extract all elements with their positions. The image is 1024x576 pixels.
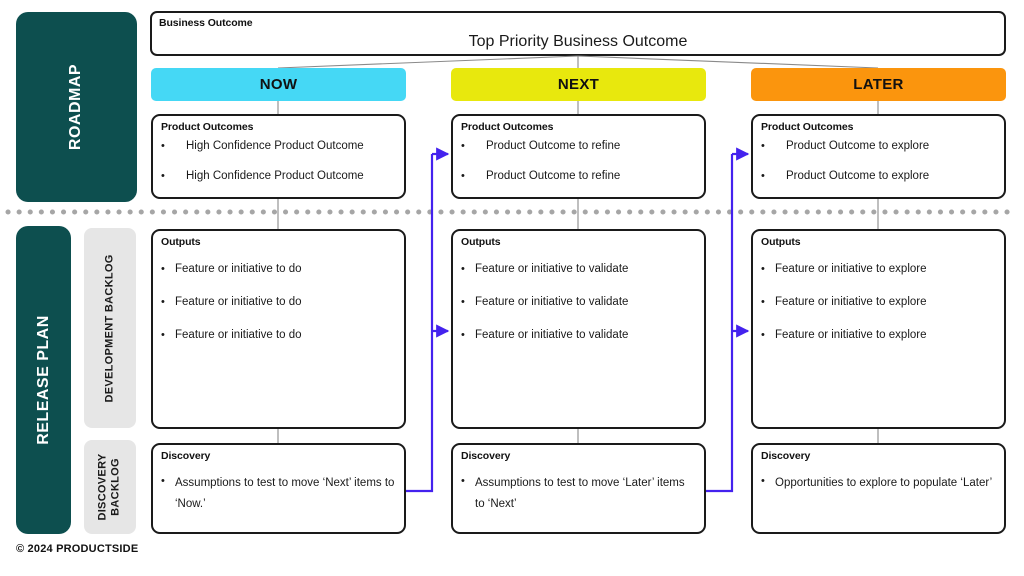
card-outputs-next: Outputs • Feature or initiative to valid… — [451, 229, 706, 429]
list-item: • Feature or initiative to validate — [461, 296, 629, 308]
column-header-next-label: NEXT — [557, 76, 600, 93]
bullet-icon: • — [161, 475, 165, 487]
business-outcome-label: Business Outcome — [159, 17, 253, 29]
column-header-later[interactable]: LATER — [751, 68, 1006, 101]
bullet-icon: • — [161, 263, 165, 275]
list-item: • Feature or initiative to do — [161, 263, 302, 275]
list-item: • Feature or initiative to explore — [761, 263, 927, 275]
card-title: Outputs — [161, 236, 201, 248]
bullet-icon: • — [761, 140, 765, 152]
bullet-icon: • — [461, 140, 465, 152]
list-item: • Product Outcome to refine — [461, 170, 621, 182]
bullet-icon: • — [761, 296, 765, 308]
card-product-outcomes-later: Product Outcomes • Product Outcome to ex… — [751, 114, 1006, 199]
subrail-development-backlog-label: DEVELOPMENT BACKLOG — [103, 253, 116, 403]
column-header-now-label: NOW — [259, 76, 298, 93]
card-items: • Product Outcome to explore • Product O… — [761, 138, 996, 198]
list-item: • Feature or initiative to do — [161, 329, 302, 341]
card-items: • High Confidence Product Outcome • High… — [161, 138, 396, 198]
card-items: • Feature or initiative to validate • Fe… — [461, 261, 696, 360]
card-items: • Feature or initiative to do • Feature … — [161, 261, 396, 360]
list-item: • Assumptions to test to move ‘Next’ ite… — [161, 475, 395, 510]
list-item: • Opportunities to explore to populate ‘… — [761, 475, 993, 489]
bullet-icon: • — [161, 140, 165, 152]
card-title: Outputs — [761, 236, 801, 248]
subrail-development-backlog: DEVELOPMENT BACKLOG — [84, 228, 136, 428]
card-items: • Product Outcome to refine • Product Ou… — [461, 138, 696, 198]
bullet-icon: • — [761, 170, 765, 182]
card-product-outcomes-next: Product Outcomes • Product Outcome to re… — [451, 114, 706, 199]
card-items: • Assumptions to test to move ‘Next’ ite… — [161, 473, 396, 532]
card-title: Discovery — [761, 450, 811, 462]
rail-release-plan: RELEASE PLAN — [16, 226, 71, 534]
bullet-icon: • — [461, 263, 465, 275]
list-item: • Product Outcome to refine — [461, 140, 621, 152]
list-item: • Feature or initiative to validate — [461, 263, 629, 275]
list-item: • High Confidence Product Outcome — [161, 170, 364, 182]
column-header-later-label: LATER — [853, 76, 904, 93]
bullet-icon: • — [761, 329, 765, 341]
business-outcome-card: Business Outcome Top Priority Business O… — [150, 11, 1006, 56]
list-item: • Feature or initiative to explore — [761, 296, 927, 308]
card-title: Product Outcomes — [161, 121, 254, 133]
card-title: Discovery — [161, 450, 211, 462]
rail-roadmap-label: ROADMAP — [67, 63, 85, 151]
bullet-icon: • — [461, 296, 465, 308]
column-header-now[interactable]: NOW — [151, 68, 406, 101]
bullet-icon: • — [161, 329, 165, 341]
column-header-next[interactable]: NEXT — [451, 68, 706, 101]
copyright-notice: © 2024 PRODUCTSIDE — [16, 543, 139, 555]
list-item: • Assumptions to test to move ‘Later’ it… — [461, 475, 685, 510]
list-item: • Feature or initiative to explore — [761, 329, 927, 341]
bullet-icon: • — [761, 263, 765, 275]
card-discovery-now: Discovery • Assumptions to test to move … — [151, 443, 406, 534]
card-items: • Feature or initiative to explore • Fea… — [761, 261, 996, 360]
card-title: Product Outcomes — [761, 121, 854, 133]
card-title: Outputs — [461, 236, 501, 248]
list-item: • High Confidence Product Outcome — [161, 140, 364, 152]
bullet-icon: • — [761, 475, 765, 487]
card-product-outcomes-now: Product Outcomes • High Confidence Produ… — [151, 114, 406, 199]
card-title: Product Outcomes — [461, 121, 554, 133]
card-items: • Assumptions to test to move ‘Later’ it… — [461, 473, 696, 532]
bullet-icon: • — [161, 296, 165, 308]
bullet-icon: • — [161, 170, 165, 182]
bullet-icon: • — [461, 329, 465, 341]
list-item: • Product Outcome to explore — [761, 140, 930, 152]
business-outcome-title: Top Priority Business Outcome — [468, 33, 688, 50]
subrail-discovery-backlog: DISCOVERY BACKLOG — [84, 440, 136, 534]
rail-release-plan-label: RELEASE PLAN — [34, 315, 52, 445]
card-outputs-later: Outputs • Feature or initiative to explo… — [751, 229, 1006, 429]
bullet-icon: • — [461, 170, 465, 182]
card-title: Discovery — [461, 450, 511, 462]
card-outputs-now: Outputs • Feature or initiative to do • … — [151, 229, 406, 429]
subrail-discovery-backlog-label: DISCOVERY BACKLOG — [97, 453, 122, 521]
card-items: • Opportunities to explore to populate ‘… — [761, 473, 996, 511]
roadmap-diagram: ROADMAP RELEASE PLAN DEVELOPMENT BACKLOG… — [0, 0, 1024, 576]
bullet-icon: • — [461, 475, 465, 487]
list-item: • Product Outcome to explore — [761, 170, 930, 182]
card-discovery-later: Discovery • Opportunities to explore to … — [751, 443, 1006, 534]
list-item: • Feature or initiative to do — [161, 296, 302, 308]
list-item: • Feature or initiative to validate — [461, 329, 629, 341]
rail-roadmap: ROADMAP — [16, 12, 137, 202]
card-discovery-next: Discovery • Assumptions to test to move … — [451, 443, 706, 534]
